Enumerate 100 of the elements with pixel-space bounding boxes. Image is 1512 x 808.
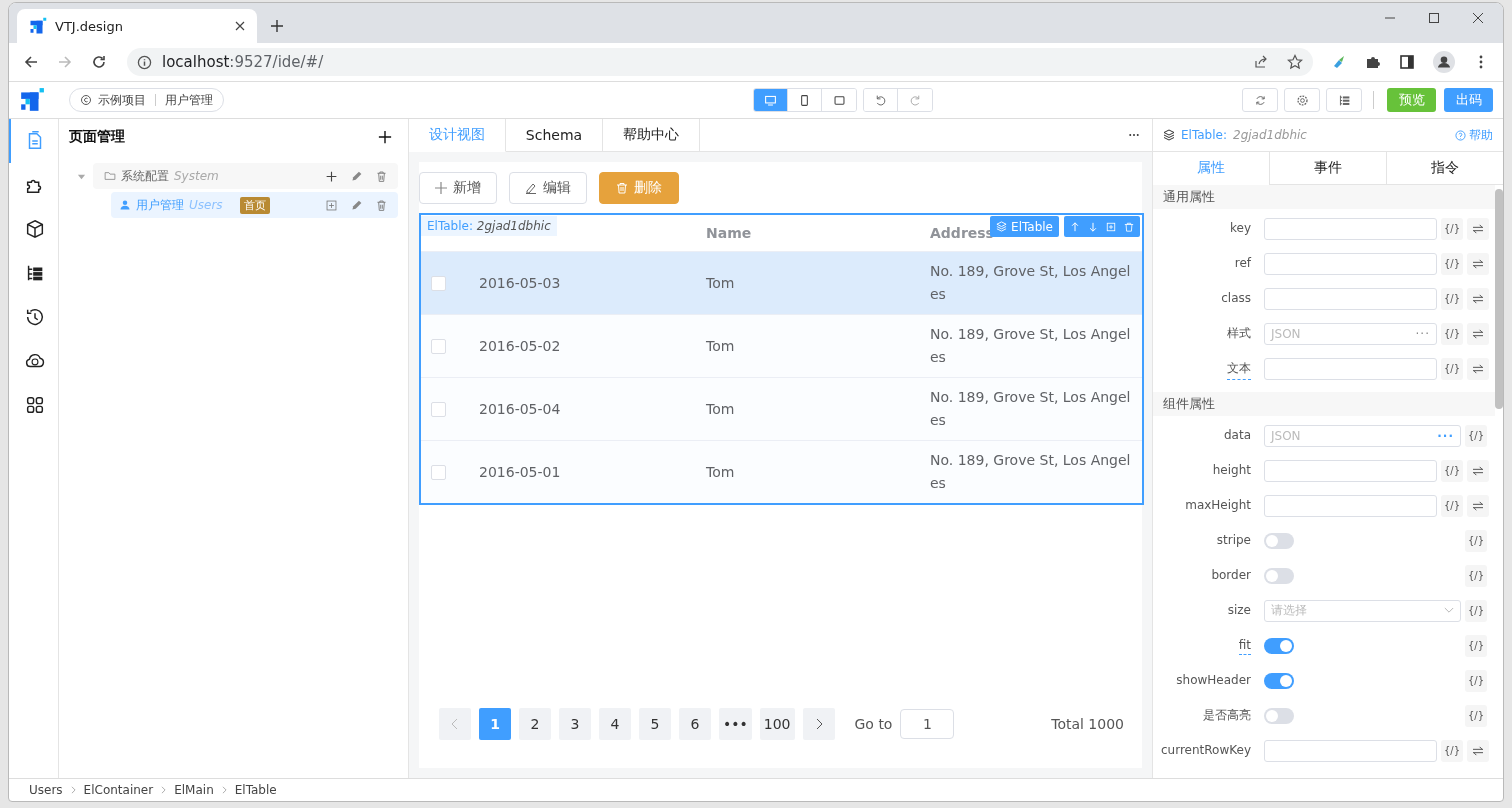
breadcrumb-item[interactable]: ElTable (234, 783, 277, 797)
new-tab-icon[interactable] (271, 20, 283, 32)
property-label: showHeader (1176, 672, 1251, 689)
copy-icon[interactable] (325, 198, 338, 212)
back-icon[interactable] (23, 54, 39, 70)
page-button[interactable]: 4 (599, 708, 631, 740)
profile-icon[interactable] (1433, 51, 1455, 73)
bind-button[interactable]: {/} (1465, 424, 1487, 447)
input-field[interactable] (1264, 357, 1437, 380)
breadcrumb-item[interactable]: Users (29, 783, 63, 797)
input-field[interactable] (1264, 252, 1437, 275)
puzzle-icon[interactable] (1365, 54, 1381, 70)
input-field[interactable] (1264, 217, 1437, 240)
settings-button[interactable] (1284, 88, 1320, 112)
page-button[interactable]: ••• (719, 708, 752, 740)
close-icon[interactable] (1473, 13, 1483, 23)
page-button[interactable]: 6 (679, 708, 711, 740)
swap-button[interactable] (1467, 739, 1489, 762)
bind-button[interactable]: {/} (1465, 529, 1487, 552)
bind-button[interactable]: {/} (1441, 739, 1463, 762)
toggle-switch[interactable] (1264, 532, 1294, 549)
swap-button[interactable] (1467, 459, 1489, 482)
trash-icon[interactable] (375, 198, 388, 212)
toggle-switch[interactable] (1264, 567, 1294, 584)
reload-icon[interactable] (91, 54, 107, 70)
table-cell-text: No. 189, Grove St, Los Angeles (929, 451, 1132, 493)
swap-button[interactable] (1467, 287, 1489, 310)
page-button[interactable]: 100 (759, 708, 795, 740)
maximize-icon[interactable] (1429, 13, 1439, 23)
toggle-switch[interactable] (1264, 637, 1294, 654)
editor-tab[interactable]: 帮助中心 (603, 119, 700, 151)
input-field[interactable] (1264, 459, 1437, 482)
swap-button[interactable] (1467, 217, 1489, 240)
bind-button[interactable]: {/} (1441, 217, 1463, 240)
add-icon[interactable] (325, 169, 338, 183)
table-row[interactable]: 2016-05-03 Tom No. 189, Grove St, Los Angeles (421, 252, 1142, 315)
swap-button[interactable] (1467, 494, 1489, 517)
bind-button[interactable]: {/} (1465, 704, 1487, 727)
toggle-switch[interactable] (1264, 707, 1294, 724)
arrow-up-icon[interactable] (1070, 221, 1080, 232)
outline-button[interactable] (1326, 88, 1362, 112)
json-field[interactable]: JSON ··· (1264, 322, 1437, 345)
bind-button[interactable]: {/} (1441, 322, 1463, 345)
scrollbar-thumb[interactable] (1495, 189, 1503, 409)
page-button[interactable]: 3 (559, 708, 591, 740)
logo-icon (29, 17, 47, 35)
table-row[interactable]: 2016-05-04 Tom No. 189, Grove St, Los Angeles (421, 378, 1142, 441)
arrow-down-icon[interactable] (1088, 221, 1098, 232)
row-checkbox[interactable] (431, 275, 446, 291)
address-bar[interactable]: localhost:9527/ide/#/ (127, 48, 1313, 76)
row-checkbox[interactable] (431, 464, 446, 480)
share-icon[interactable] (1253, 54, 1269, 70)
chevron-icon (221, 786, 227, 794)
add-button[interactable]: 新增 (419, 172, 497, 204)
input-field[interactable] (1264, 739, 1437, 762)
toggle-switch[interactable] (1264, 672, 1294, 689)
selected-table[interactable] (419, 213, 1144, 505)
swap-button[interactable] (1467, 357, 1489, 380)
bind-button[interactable]: {/} (1441, 252, 1463, 275)
trash-icon[interactable] (375, 169, 388, 183)
bind-button[interactable]: {/} (1465, 564, 1487, 587)
swap-button[interactable] (1467, 252, 1489, 275)
table-cell-text: 2016-05-01 (478, 462, 562, 482)
page-input[interactable]: 1 (900, 709, 955, 739)
close-icon[interactable] (235, 21, 245, 31)
extension-icon[interactable] (1331, 54, 1347, 70)
browser-tab[interactable]: VTJ.design (17, 9, 257, 43)
bind-button[interactable]: {/} (1465, 599, 1487, 622)
edit-button[interactable]: 编辑 (509, 172, 587, 204)
breadcrumb-item[interactable]: ElContainer (83, 783, 154, 797)
bind-button[interactable]: {/} (1441, 357, 1463, 380)
table-row[interactable]: 2016-05-02 Tom No. 189, Grove St, Los Angeles (421, 315, 1142, 378)
undo-button[interactable] (864, 89, 898, 111)
bind-button[interactable]: {/} (1441, 459, 1463, 482)
pencil-icon[interactable] (350, 169, 363, 183)
more-icon[interactable] (1128, 133, 1140, 137)
project-name: 示例项目 (98, 91, 146, 109)
add-icon[interactable] (378, 130, 392, 144)
page-button[interactable]: 5 (639, 708, 671, 740)
breadcrumb-item[interactable]: ElMain (174, 783, 214, 797)
table-cell-text: Tom (705, 273, 736, 293)
swap-button[interactable] (1467, 322, 1489, 345)
row-checkbox[interactable] (431, 401, 446, 417)
trash-icon[interactable] (1124, 221, 1134, 232)
table-row[interactable]: 2016-05-01 Tom No. 189, Grove St, Los Angeles (421, 441, 1142, 503)
input-field[interactable] (1264, 494, 1437, 517)
refresh-button[interactable] (1242, 88, 1278, 112)
bind-button[interactable]: {/} (1441, 287, 1463, 310)
page-button[interactable]: 2 (519, 708, 551, 740)
editor-tab[interactable]: Schema (506, 119, 603, 151)
forward-icon[interactable] (57, 54, 73, 70)
star-icon[interactable] (1287, 54, 1303, 70)
property-label: currentRowKey (1161, 742, 1251, 759)
pencil-icon[interactable] (350, 198, 363, 212)
input-field[interactable] (1264, 287, 1437, 310)
bind-button[interactable]: {/} (1441, 494, 1463, 517)
side-panel-icon[interactable] (1399, 54, 1415, 70)
row-checkbox[interactable] (431, 338, 446, 354)
bind-button[interactable]: {/} (1465, 669, 1487, 692)
bind-button[interactable]: {/} (1465, 634, 1487, 657)
